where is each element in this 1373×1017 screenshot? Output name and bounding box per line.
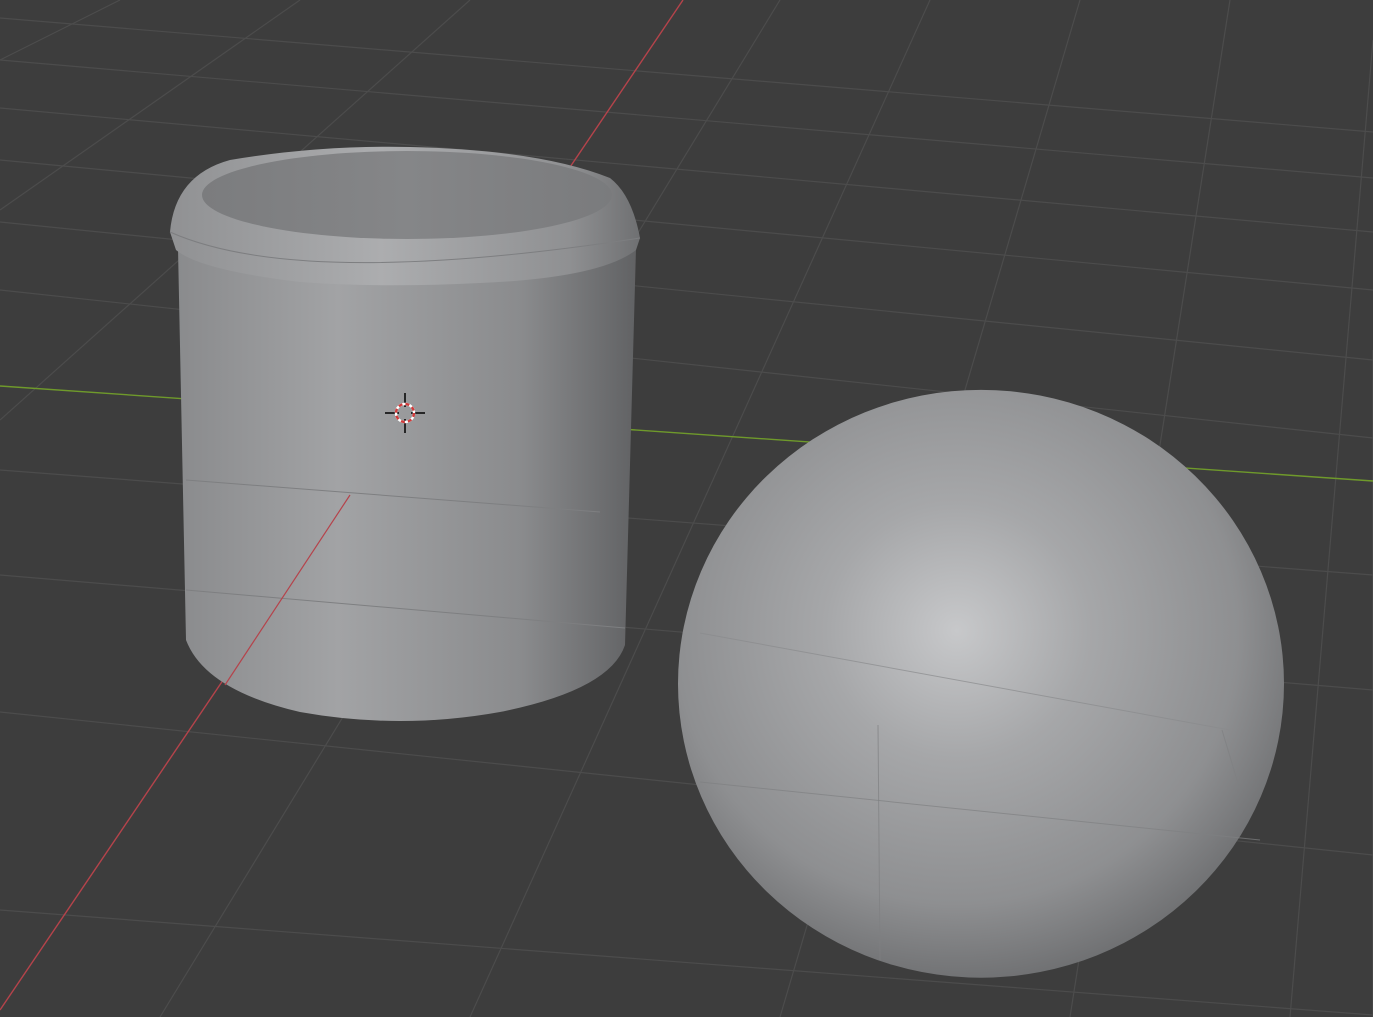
- sphere-surface[interactable]: [678, 389, 1284, 978]
- viewport-canvas[interactable]: [0, 0, 1373, 1017]
- sphere-object[interactable]: [678, 389, 1284, 978]
- 3d-viewport[interactable]: [0, 0, 1373, 1017]
- cylinder-top-face[interactable]: [202, 151, 612, 239]
- cylinder-object[interactable]: [169, 146, 641, 721]
